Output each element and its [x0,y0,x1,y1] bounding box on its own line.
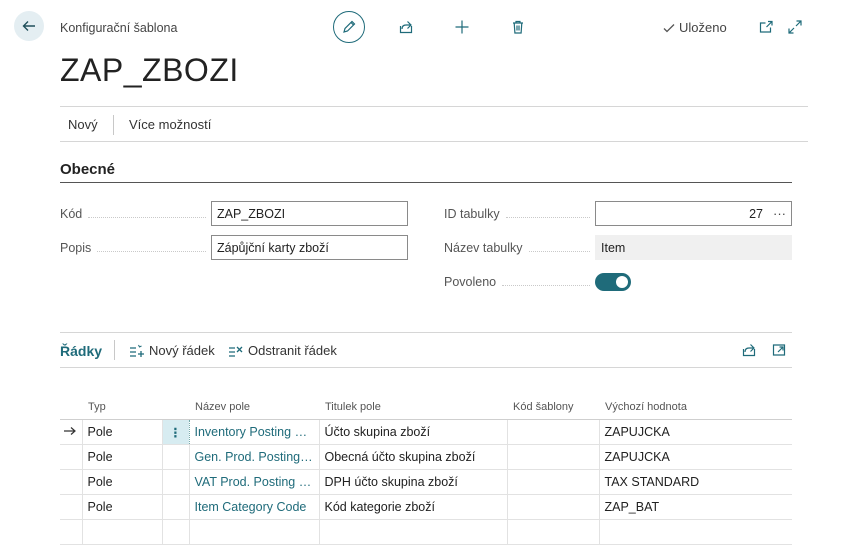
cell-field-name[interactable]: Inventory Posting G... [189,419,320,445]
add-button[interactable] [452,17,472,37]
edit-button[interactable] [333,11,365,43]
table-header-row: Typ Název pole Titulek pole Kód šablony … [60,389,792,420]
check-icon [663,23,675,32]
page-caption: Konfigurační šablona [60,21,178,35]
column-header-default-value[interactable]: Výchozí hodnota [599,389,792,420]
cell-type[interactable]: Pole [82,444,163,470]
share-icon [742,344,756,357]
divider [60,332,792,333]
cell-default-value[interactable]: ZAPUJCKA [599,444,792,470]
cell-default-value[interactable]: TAX STANDARD [599,469,792,495]
more-vertical-icon: ⋮ [169,425,182,440]
lookup-ellipsis-icon[interactable]: ··· [773,206,786,221]
table-id-label: ID tabulky [444,207,596,221]
cell-field-caption[interactable]: Obecná účto skupina zboží [319,444,508,470]
cell-default-value[interactable]: ZAP_BAT [599,494,792,520]
share-icon [399,21,413,34]
delete-line-button[interactable]: Odstranit řádek [228,343,337,358]
lines-share-button[interactable] [739,340,759,360]
cell-field-caption[interactable]: Účto skupina zboží [319,419,508,445]
table-row-empty[interactable] [60,519,792,545]
open-in-new-window-icon [759,20,773,33]
column-header-template-code[interactable]: Kód šablony [507,389,599,420]
saved-label: Uloženo [679,20,727,35]
table-row[interactable]: Pole VAT Prod. Posting G... DPH účto sku… [60,469,792,495]
cell-template-code[interactable] [507,469,600,495]
section-title-general: Obecné [60,161,116,178]
section-underline [60,182,792,183]
arrow-left-icon [22,21,35,31]
divider [60,106,808,107]
description-label: Popis [60,241,212,255]
page-title: ZAP_ZBOZI [60,52,239,88]
cell-type[interactable]: Pole [82,494,163,520]
cell-type[interactable]: Pole [82,469,163,495]
enabled-toggle[interactable] [595,273,631,291]
more-options-menu-item[interactable]: Více možností [129,117,211,132]
code-input[interactable]: ZAP_ZBOZI [211,201,408,226]
lines-title: Řádky [60,343,103,359]
column-header-type[interactable]: Typ [82,389,162,420]
new-line-button[interactable]: Nový řádek [129,343,215,358]
table-row[interactable]: Pole ⋮ Inventory Posting G... Účto skupi… [60,419,792,445]
table-name-value: Item [595,235,792,260]
cell-field-caption[interactable]: DPH účto skupina zboží [319,469,508,495]
share-button[interactable] [396,17,416,37]
divider [60,141,808,142]
arrow-right-icon [64,427,76,435]
cell-field-caption[interactable]: Kód kategorie zboží [319,494,508,520]
cell-template-code[interactable] [507,494,600,520]
table-id-value: 27 [749,206,763,221]
lines-separator [114,340,115,360]
saved-status: Uloženo [662,20,727,35]
cell-field-name[interactable]: VAT Prod. Posting G... [189,469,320,495]
table-id-input[interactable]: 27 ··· [595,201,792,226]
open-new-window-button[interactable] [756,17,776,37]
new-menu-item[interactable]: Nový [68,117,98,132]
lines-expand-button[interactable] [769,340,789,360]
divider [60,367,792,368]
row-actions-button[interactable]: ⋮ [162,419,190,445]
expand-button[interactable] [785,17,805,37]
table-row[interactable]: Pole Gen. Prod. Posting ... Obecná účto … [60,444,792,470]
open-in-new-window-icon [772,344,786,356]
column-header-field-name[interactable]: Název pole [189,389,319,420]
lines-table: Typ Název pole Titulek pole Kód šablony … [60,389,792,545]
enabled-label: Povoleno [444,275,596,289]
cell-default-value[interactable]: ZAPUJCKA [599,419,792,445]
delete-button[interactable] [508,17,528,37]
cell-template-code[interactable] [507,419,600,445]
cell-field-name[interactable]: Gen. Prod. Posting ... [189,444,320,470]
cell-field-name[interactable]: Item Category Code [189,494,320,520]
trash-icon [513,20,523,34]
description-input[interactable]: Zápůjční karty zboží [211,235,408,260]
back-button[interactable] [14,11,44,41]
plus-icon [455,20,469,34]
table-name-label: Název tabulky [444,241,596,255]
code-label: Kód [60,207,212,221]
cell-template-code[interactable] [507,444,600,470]
pencil-icon [343,20,356,33]
menu-separator [113,115,114,135]
cell-type[interactable]: Pole [82,419,163,445]
table-row[interactable]: Pole Item Category Code Kód kategorie zb… [60,494,792,520]
current-row-indicator [60,419,83,445]
delete-line-icon [229,346,243,357]
column-header-field-caption[interactable]: Titulek pole [319,389,507,420]
new-line-icon [130,344,144,357]
expand-icon [788,20,802,34]
